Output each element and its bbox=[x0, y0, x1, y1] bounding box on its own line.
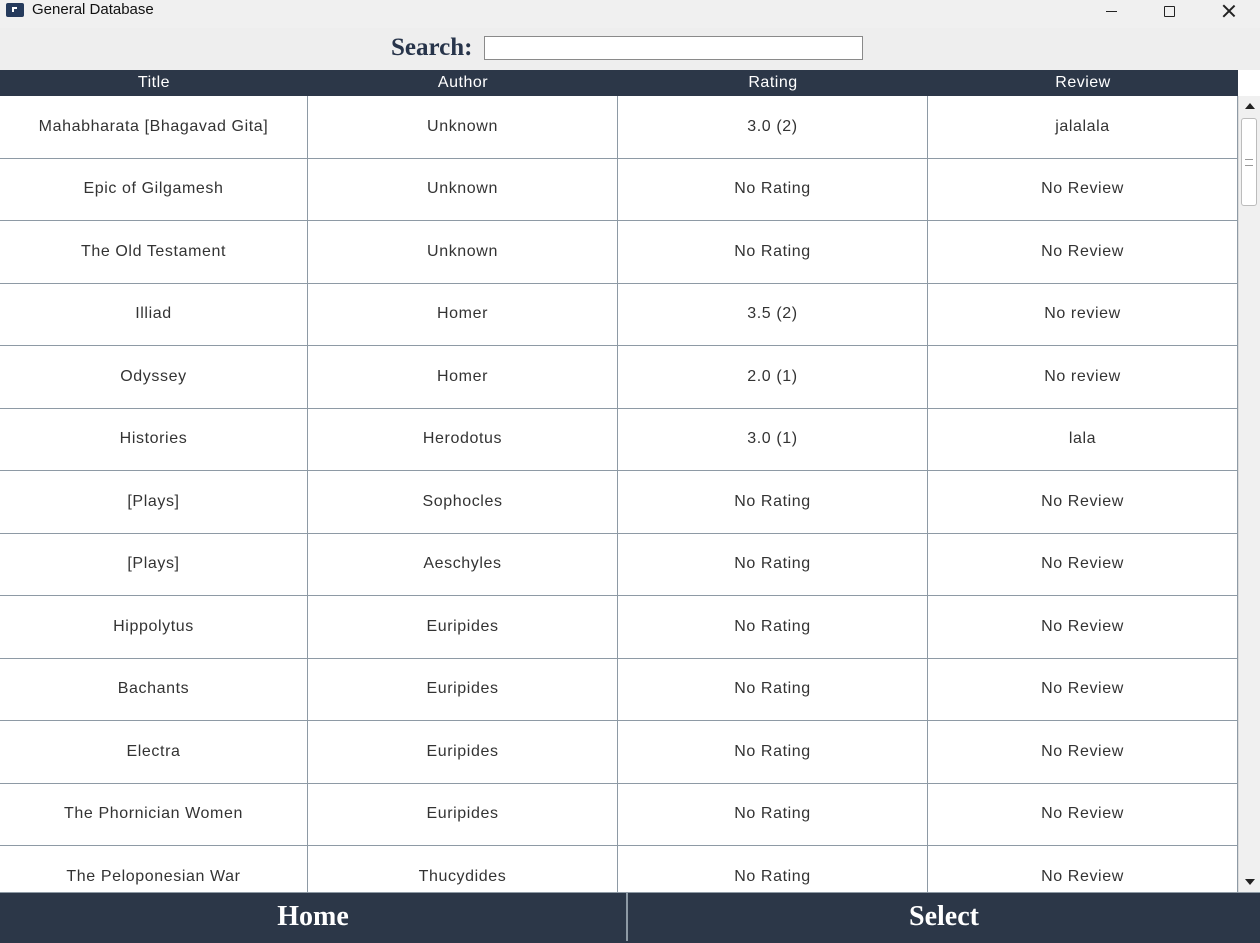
window-title: General Database bbox=[32, 1, 154, 18]
cell-title[interactable]: Hippolytus bbox=[0, 596, 308, 658]
close-icon bbox=[1222, 4, 1236, 18]
column-header-author[interactable]: Author bbox=[308, 70, 618, 96]
table-row[interactable]: Bachants Euripides No Rating No Review bbox=[0, 658, 1238, 721]
cell-rating[interactable]: No Rating bbox=[618, 721, 928, 783]
cell-author[interactable]: Euripides bbox=[308, 721, 618, 783]
cell-title[interactable]: [Plays] bbox=[0, 533, 308, 595]
cell-author[interactable]: Sophocles bbox=[308, 471, 618, 533]
scroll-up-button[interactable] bbox=[1239, 96, 1260, 116]
cell-author[interactable]: Euripides bbox=[308, 658, 618, 720]
table-row[interactable]: The Phornician Women Euripides No Rating No… bbox=[0, 783, 1238, 846]
book-table: Title Author Rating Review Mahabharata [Bha… bbox=[0, 70, 1260, 892]
cell-rating[interactable]: 2.0 (1) bbox=[618, 346, 928, 408]
cell-author[interactable]: Euripides bbox=[308, 783, 618, 845]
cell-rating[interactable]: No Rating bbox=[618, 658, 928, 720]
column-header-review[interactable]: Review bbox=[928, 70, 1238, 96]
cell-review[interactable]: No Review bbox=[928, 471, 1238, 533]
cell-author[interactable]: Homer bbox=[308, 283, 618, 345]
table-row[interactable]: Mahabharata [Bhagavad Gita] Unknown 3.0 (2… bbox=[0, 96, 1238, 159]
home-button[interactable]: Home bbox=[0, 892, 628, 941]
cell-title[interactable]: Mahabharata [Bhagavad Gita] bbox=[0, 96, 308, 158]
cell-review[interactable]: No Review bbox=[928, 721, 1238, 783]
table-header: Title Author Rating Review bbox=[0, 70, 1238, 96]
cell-title[interactable]: Epic of Gilgamesh bbox=[0, 158, 308, 220]
cell-title[interactable]: Electra bbox=[0, 721, 308, 783]
cell-review[interactable]: lala bbox=[928, 408, 1238, 470]
minimize-icon bbox=[1105, 10, 1117, 12]
table-row[interactable]: [Plays] Aeschyles No Rating No Review bbox=[0, 533, 1238, 596]
cell-title[interactable]: The Old Testament bbox=[0, 221, 308, 283]
cell-rating[interactable]: 3.0 (1) bbox=[618, 408, 928, 470]
cell-rating[interactable]: No Rating bbox=[618, 533, 928, 595]
cell-review[interactable]: No Review bbox=[928, 783, 1238, 845]
cell-author[interactable]: Unknown bbox=[308, 158, 618, 220]
cell-author[interactable]: Euripides bbox=[308, 596, 618, 658]
cell-title[interactable]: Illiad bbox=[0, 283, 308, 345]
cell-review[interactable]: No review bbox=[928, 346, 1238, 408]
cell-rating[interactable]: No Rating bbox=[618, 846, 928, 892]
cell-rating[interactable]: No Rating bbox=[618, 783, 928, 845]
cell-review[interactable]: No review bbox=[928, 283, 1238, 345]
close-button[interactable] bbox=[1200, 0, 1258, 22]
scrollbar-thumb[interactable] bbox=[1241, 118, 1257, 206]
cell-rating[interactable]: No Rating bbox=[618, 158, 928, 220]
vertical-scrollbar[interactable] bbox=[1238, 96, 1260, 892]
column-header-rating[interactable]: Rating bbox=[618, 70, 928, 96]
arrow-up-icon bbox=[1244, 103, 1255, 109]
cell-review[interactable]: No Review bbox=[928, 533, 1238, 595]
cell-rating[interactable]: 3.5 (2) bbox=[618, 283, 928, 345]
cell-review[interactable]: No Review bbox=[928, 658, 1238, 720]
cell-title[interactable]: The Peloponesian War bbox=[0, 846, 308, 892]
cell-rating[interactable]: 3.0 (2) bbox=[618, 96, 928, 158]
table-row[interactable]: Odyssey Homer 2.0 (1) No review bbox=[0, 346, 1238, 409]
table-row[interactable]: Electra Euripides No Rating No Review bbox=[0, 721, 1238, 784]
search-label: Search: bbox=[391, 34, 473, 61]
table-row[interactable]: Illiad Homer 3.5 (2) No review bbox=[0, 283, 1238, 346]
cell-author[interactable]: Unknown bbox=[308, 221, 618, 283]
cell-author[interactable]: Herodotus bbox=[308, 408, 618, 470]
cell-review[interactable]: No Review bbox=[928, 596, 1238, 658]
cell-author[interactable]: Aeschyles bbox=[308, 533, 618, 595]
table-row[interactable]: Histories Herodotus 3.0 (1) lala bbox=[0, 408, 1238, 471]
database-icon bbox=[6, 3, 24, 17]
table-row[interactable]: Hippolytus Euripides No Rating No Review bbox=[0, 596, 1238, 659]
cell-review[interactable]: jalalala bbox=[928, 96, 1238, 158]
arrow-down-icon bbox=[1244, 879, 1255, 885]
cell-title[interactable]: Histories bbox=[0, 408, 308, 470]
cell-author[interactable]: Homer bbox=[308, 346, 618, 408]
table-row[interactable]: Epic of Gilgamesh Unknown No Rating No Revi… bbox=[0, 158, 1238, 221]
cell-author[interactable]: Thucydides bbox=[308, 846, 618, 892]
maximize-button[interactable] bbox=[1140, 0, 1198, 22]
search-input[interactable] bbox=[484, 36, 863, 60]
cell-rating[interactable]: No Rating bbox=[618, 221, 928, 283]
scroll-down-button[interactable] bbox=[1239, 872, 1260, 892]
cell-rating[interactable]: No Rating bbox=[618, 596, 928, 658]
table-row[interactable]: The Peloponesian War Thucydides No Rating N… bbox=[0, 846, 1238, 892]
title-bar[interactable]: General Database bbox=[0, 0, 1260, 28]
table-row[interactable]: The Old Testament Unknown No Rating No Revi… bbox=[0, 221, 1238, 284]
cell-rating[interactable]: No Rating bbox=[618, 471, 928, 533]
minimize-button[interactable] bbox=[1082, 0, 1140, 22]
column-header-title[interactable]: Title bbox=[0, 70, 308, 96]
table-row[interactable]: [Plays] Sophocles No Rating No Review bbox=[0, 471, 1238, 534]
cell-author[interactable]: Unknown bbox=[308, 96, 618, 158]
select-button[interactable]: Select bbox=[628, 892, 1260, 941]
cell-title[interactable]: Odyssey bbox=[0, 346, 308, 408]
cell-review[interactable]: No Review bbox=[928, 221, 1238, 283]
search-bar: Search: bbox=[0, 28, 1260, 70]
cell-review[interactable]: No Review bbox=[928, 846, 1238, 892]
cell-title[interactable]: Bachants bbox=[0, 658, 308, 720]
bottom-button-bar: Home Select bbox=[0, 892, 1260, 943]
table-body: Mahabharata [Bhagavad Gita] Unknown 3.0 (2… bbox=[0, 96, 1238, 892]
application-window: General Database Search: Title Author Rati… bbox=[0, 0, 1260, 943]
cell-review[interactable]: No Review bbox=[928, 158, 1238, 220]
maximize-icon bbox=[1163, 5, 1175, 17]
cell-title[interactable]: The Phornician Women bbox=[0, 783, 308, 845]
cell-title[interactable]: [Plays] bbox=[0, 471, 308, 533]
